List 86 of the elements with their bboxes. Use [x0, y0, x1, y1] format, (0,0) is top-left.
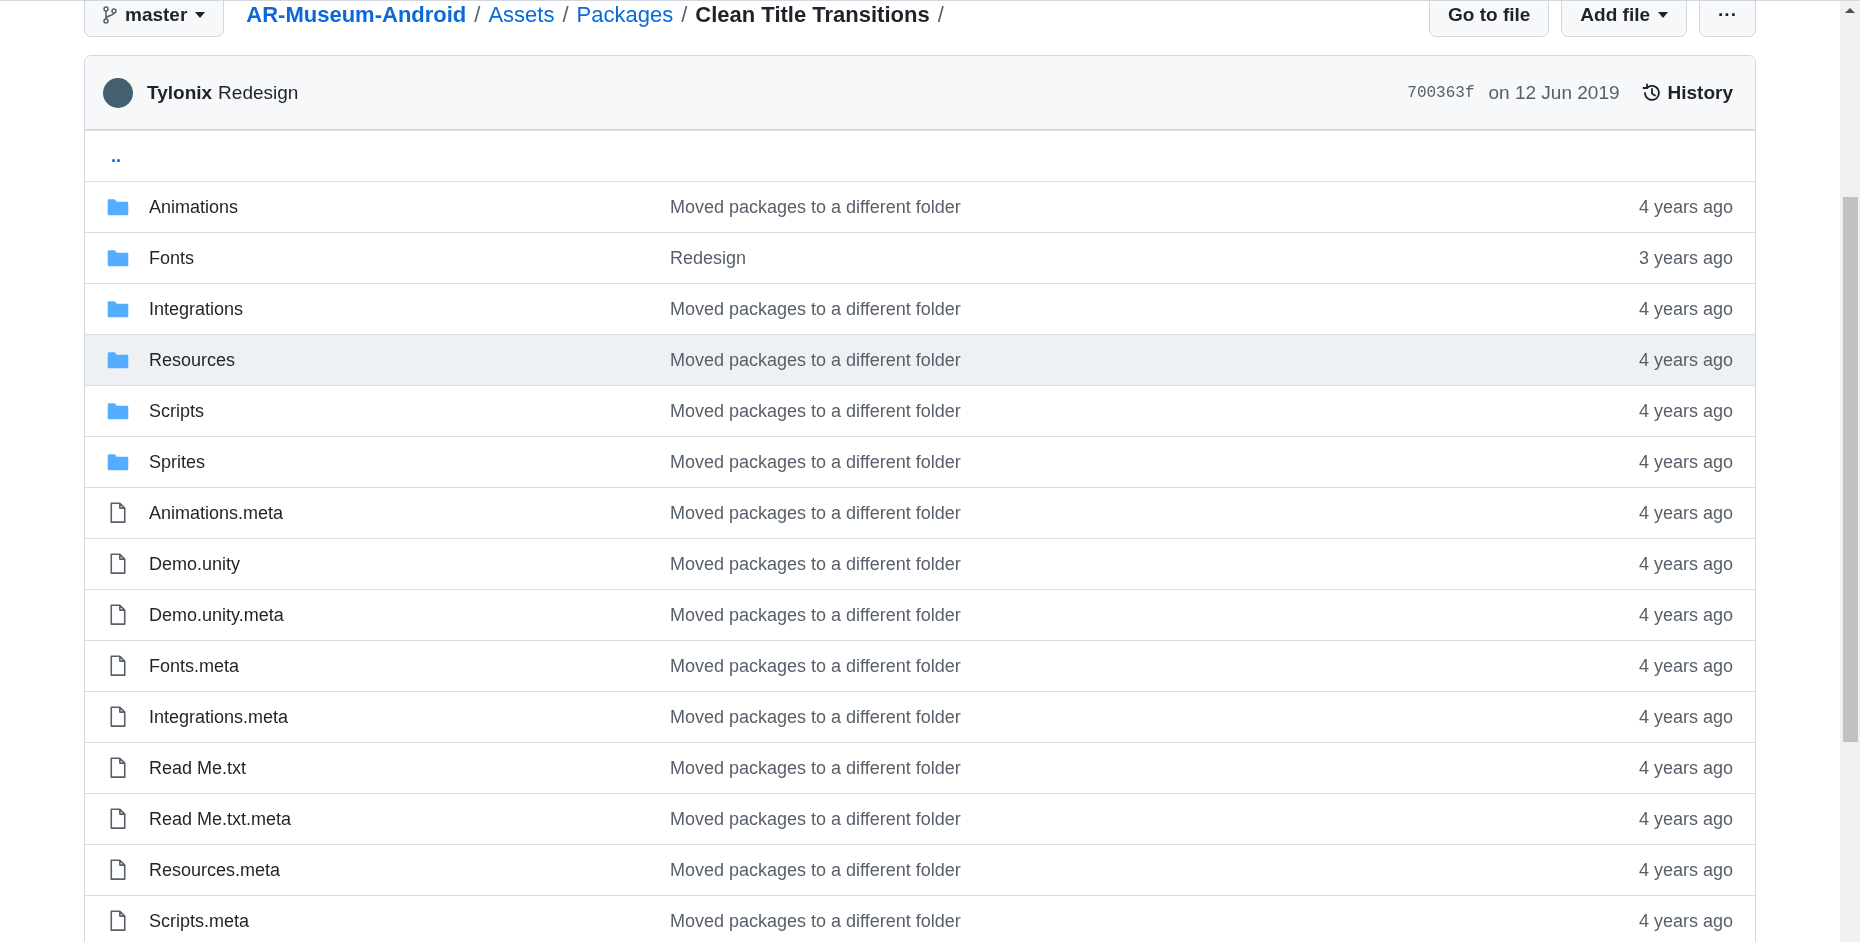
folder-icon: [107, 402, 129, 420]
history-link[interactable]: History: [1641, 81, 1733, 104]
file-name[interactable]: Fonts.meta: [149, 655, 670, 677]
file-name[interactable]: Read Me.txt: [149, 757, 670, 779]
commit-message-link[interactable]: Moved packages to a different folder: [670, 400, 1639, 422]
file-name[interactable]: Animations: [149, 196, 670, 218]
commit-message-link[interactable]: Moved packages to a different folder: [670, 553, 1639, 575]
commit-message-link[interactable]: Moved packages to a different folder: [670, 910, 1639, 932]
current-folder[interactable]: Clean Title Transitions: [695, 2, 930, 28]
file-name[interactable]: Demo.unity.meta: [149, 604, 670, 626]
breadcrumb-link[interactable]: AR-Museum-Android: [246, 2, 467, 28]
file-name[interactable]: Demo.unity: [149, 553, 670, 575]
path-separator: /: [562, 2, 569, 28]
caret-icon: [1658, 12, 1668, 18]
file-name[interactable]: Integrations.meta: [149, 706, 670, 728]
folder-icon: [107, 453, 129, 471]
path-separator: /: [681, 2, 688, 28]
file-icon: [109, 655, 127, 677]
commit-message-link[interactable]: Moved packages to a different folder: [670, 502, 1639, 524]
commit-message-link[interactable]: Redesign: [670, 247, 1639, 269]
path-separator: /: [937, 2, 944, 28]
folder-icon: [107, 198, 129, 216]
folder-icon: [107, 351, 129, 369]
commit-sha[interactable]: 700363f: [1407, 83, 1475, 102]
file-icon: [109, 706, 127, 728]
commit-age: 4 years ago: [1638, 502, 1733, 524]
commit-age: 4 years ago: [1638, 451, 1733, 473]
file-icon: [109, 808, 127, 830]
caret-icon: [195, 12, 206, 18]
file-name[interactable]: Integrations: [149, 298, 670, 320]
file-name[interactable]: Animations.meta: [149, 502, 670, 524]
history-icon: [1641, 82, 1662, 103]
file-name[interactable]: Resources: [149, 349, 670, 371]
file-name[interactable]: Resources.meta: [149, 859, 670, 881]
scrollbar[interactable]: [1840, 1, 1860, 942]
commit-message-link[interactable]: Moved packages to a different folder: [670, 808, 1639, 830]
commit-age: 4 years ago: [1638, 706, 1733, 728]
branch-icon: [103, 6, 117, 24]
commit-age: 4 years ago: [1638, 349, 1733, 371]
commit-message-link[interactable]: Moved packages to a different folder: [670, 655, 1639, 677]
commit-author[interactable]: Tylonix: [147, 81, 213, 104]
commit-age: 3 years ago: [1638, 247, 1733, 269]
file-row[interactable]: Resources Moved packages to a different folder 4 years ago: [85, 334, 1755, 385]
commit-age: 4 years ago: [1638, 859, 1733, 881]
file-icon: [109, 553, 127, 575]
commit-message: Redesign: [218, 81, 300, 104]
file-name[interactable]: Read Me.txt.meta: [149, 808, 670, 830]
path-separator: /: [474, 2, 481, 28]
file-name[interactable]: Scripts.meta: [149, 910, 670, 932]
file-name[interactable]: Scripts: [149, 400, 670, 422]
commit-message-link[interactable]: Moved packages to a different folder: [670, 298, 1639, 320]
commit-message-link[interactable]: Moved packages to a different folder: [670, 451, 1639, 473]
file-row[interactable]: Scripts.meta Moved packages to a different folder 4 years ago: [85, 895, 1755, 942]
add-file-button[interactable]: Add file: [1561, 1, 1687, 37]
commit-age: 4 years ago: [1638, 757, 1733, 779]
go-to-file-button[interactable]: Go to file: [1429, 1, 1550, 37]
commit-message-link[interactable]: Moved packages to a different folder: [670, 604, 1639, 626]
commit-age: 4 years ago: [1638, 655, 1733, 677]
commit-age: 4 years ago: [1638, 196, 1733, 218]
file-icon: [109, 604, 127, 626]
commit-message-link[interactable]: Moved packages to a different folder: [670, 706, 1639, 728]
file-icon: [109, 757, 127, 779]
commit-age: 4 years ago: [1638, 604, 1733, 626]
folder-icon: [107, 300, 129, 318]
breadcrumb-link[interactable]: Packages: [576, 2, 674, 28]
file-icon: [109, 859, 127, 881]
file-icon: [109, 502, 127, 524]
folder-icon: [107, 249, 129, 267]
commit-message-link[interactable]: Moved packages to a different folder: [670, 349, 1639, 371]
parent-directory-link[interactable]: ..: [111, 145, 121, 167]
avatar: [103, 77, 133, 108]
commit-age: 4 years ago: [1638, 553, 1733, 575]
commit-age: 4 years ago: [1638, 400, 1733, 422]
commit-date: on 12 Jun 2019: [1488, 81, 1620, 104]
more-button[interactable]: ···: [1699, 1, 1756, 37]
commit-message-link[interactable]: Moved packages to a different folder: [670, 757, 1639, 779]
commit-age: 4 years ago: [1638, 808, 1733, 830]
commit-message-link[interactable]: Moved packages to a different folder: [670, 859, 1639, 881]
branch-button[interactable]: master: [84, 1, 225, 37]
commit-age: 4 years ago: [1638, 298, 1733, 320]
commit-message-link[interactable]: Moved packages to a different folder: [670, 196, 1639, 218]
file-name[interactable]: Fonts: [149, 247, 670, 269]
commit-age: 4 years ago: [1638, 910, 1733, 932]
file-name[interactable]: Sprites: [149, 451, 670, 473]
file-icon: [109, 910, 127, 932]
breadcrumb-link[interactable]: Assets: [488, 2, 555, 28]
